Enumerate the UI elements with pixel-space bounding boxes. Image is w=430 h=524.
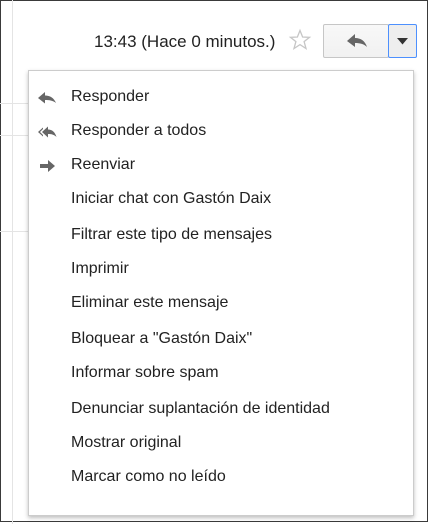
menu-item-label: Denunciar suplantación de identidad	[71, 400, 330, 417]
menu-item-label: Responder	[71, 88, 150, 105]
menu-item-responder[interactable]: Responder	[29, 81, 413, 115]
menu-item-reenviar[interactable]: Reenviar	[29, 149, 413, 183]
background-row-divider	[0, 103, 28, 104]
reply-arrow-icon	[347, 34, 367, 47]
star-icon[interactable]	[288, 28, 312, 52]
menu-item-label: Bloquear a "Gastón Daix"	[71, 330, 253, 347]
reply-button[interactable]	[323, 24, 389, 58]
menu-item-marcar-no-leido[interactable]: Marcar como no leído	[29, 461, 413, 495]
forward-icon	[40, 160, 55, 172]
menu-item-filtrar-mensajes[interactable]: Filtrar este tipo de mensajes	[29, 219, 413, 253]
menu-item-label: Imprimir	[71, 260, 129, 277]
menu-item-eliminar-mensaje[interactable]: Eliminar este mensaje	[29, 287, 413, 321]
menu-item-imprimir[interactable]: Imprimir	[29, 253, 413, 287]
message-timestamp: 13:43 (Hace 0 minutos.)	[94, 32, 276, 51]
menu-item-label: Mostrar original	[71, 434, 182, 451]
menu-item-informar-spam[interactable]: Informar sobre spam	[29, 357, 413, 391]
reply-icon	[38, 92, 56, 104]
menu-item-label: Filtrar este tipo de mensajes	[71, 226, 272, 243]
menu-item-label: Marcar como no leído	[71, 468, 226, 485]
menu-item-denunciar-suplantacion[interactable]: Denunciar suplantación de identidad	[29, 393, 413, 427]
menu-item-label: Responder a todos	[71, 122, 207, 139]
background-row-divider	[0, 231, 28, 232]
message-header: 13:43 (Hace 0 minutos.)	[0, 18, 430, 68]
more-options-button[interactable]	[388, 24, 417, 58]
menu-item-label: Iniciar chat con Gastón Daix	[71, 190, 272, 207]
menu-item-label: Reenviar	[71, 156, 136, 173]
background-row-divider	[0, 135, 28, 136]
menu-item-bloquear[interactable]: Bloquear a "Gastón Daix"	[29, 323, 413, 357]
message-options-menu: Responder Responder a todos Reenviar Ini…	[28, 70, 414, 516]
menu-item-label: Informar sobre spam	[71, 364, 219, 381]
background-divider	[12, 0, 13, 524]
reply-all-icon	[38, 126, 57, 138]
menu-item-iniciar-chat[interactable]: Iniciar chat con Gastón Daix	[29, 183, 413, 217]
menu-item-responder-a-todos[interactable]: Responder a todos	[29, 115, 413, 149]
caret-down-icon	[397, 38, 408, 45]
menu-item-mostrar-original[interactable]: Mostrar original	[29, 427, 413, 461]
menu-item-label: Eliminar este mensaje	[71, 294, 229, 311]
